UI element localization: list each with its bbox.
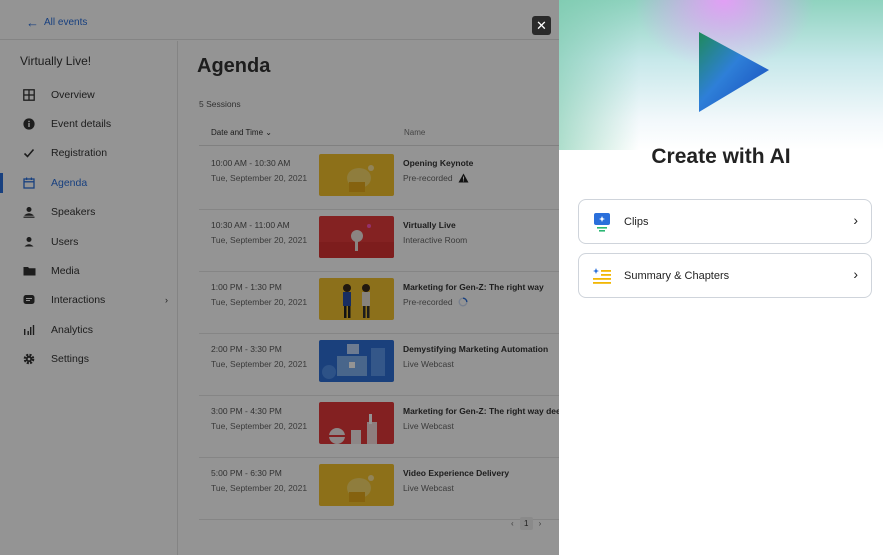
play-logo-icon	[697, 32, 771, 119]
option-label: Summary & Chapters	[624, 269, 730, 282]
create-with-ai-panel: Create with AI Clips › Summary & Chapter…	[559, 0, 883, 555]
chevron-right-icon: ›	[853, 212, 858, 228]
clips-option[interactable]: Clips ›	[578, 199, 872, 244]
summary-chapters-option[interactable]: Summary & Chapters ›	[578, 253, 872, 298]
close-icon: ✕	[536, 18, 547, 33]
option-label: Clips	[624, 215, 649, 228]
close-button[interactable]: ✕	[532, 16, 551, 35]
clips-icon	[591, 211, 613, 233]
panel-title: Create with AI	[651, 145, 791, 168]
summary-icon	[591, 265, 613, 287]
chevron-right-icon: ›	[853, 266, 858, 282]
modal-overlay[interactable]	[0, 0, 559, 555]
